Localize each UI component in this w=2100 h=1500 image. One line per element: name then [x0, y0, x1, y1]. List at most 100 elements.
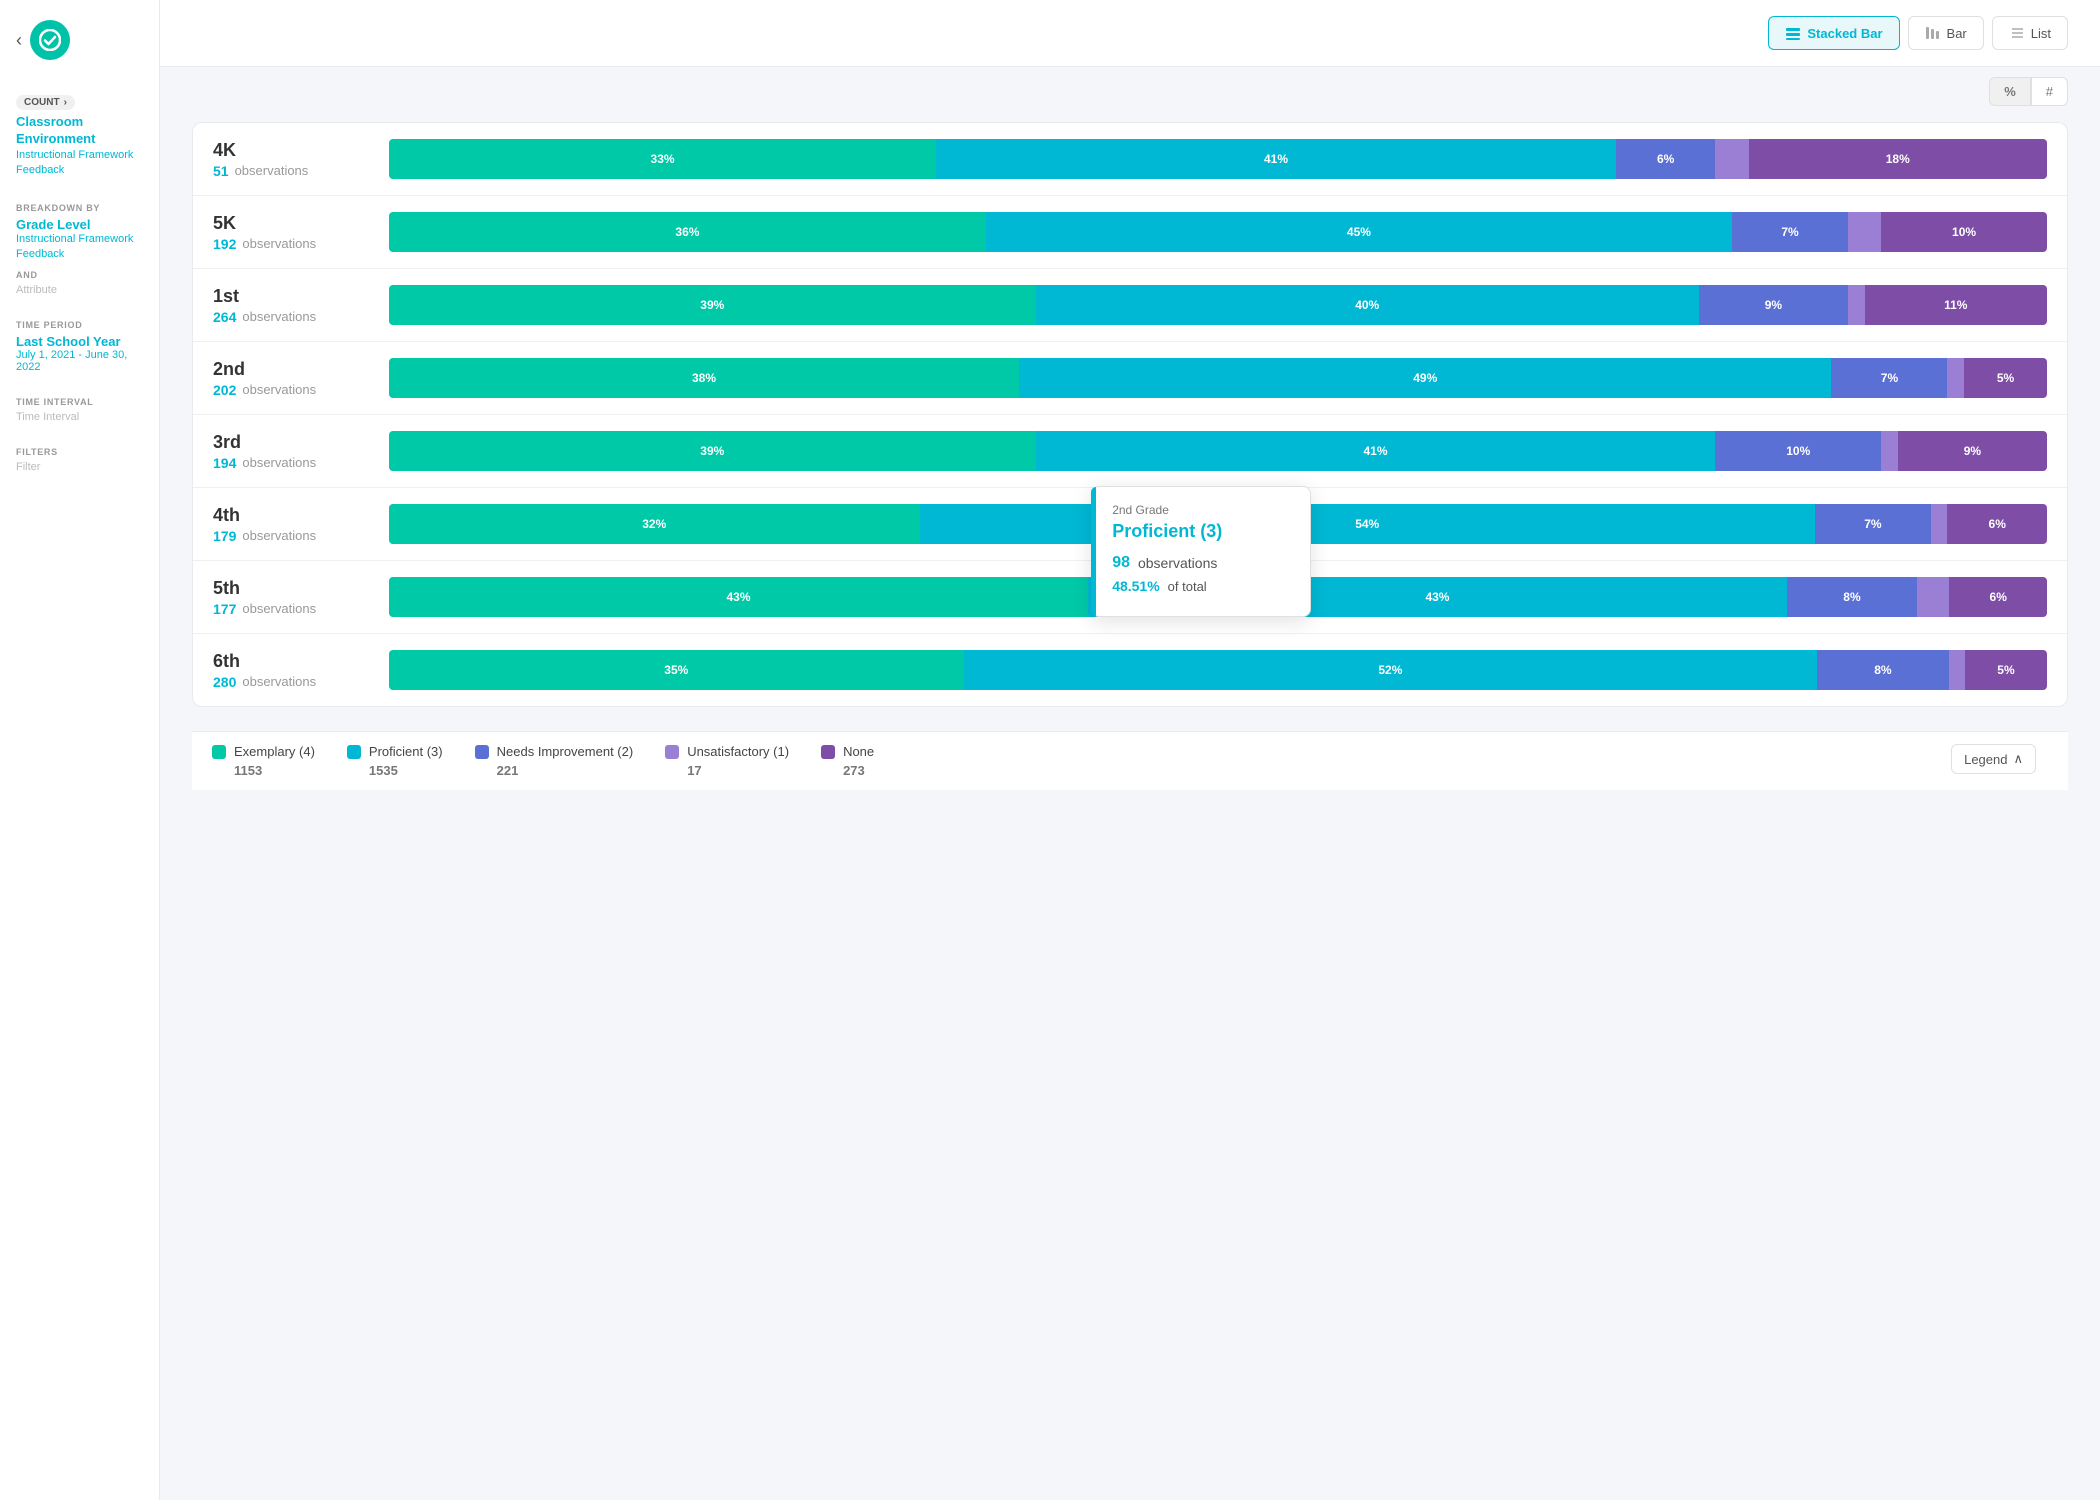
bar-segment-needs-improvement[interactable]: 8% [1817, 650, 1948, 690]
bar-segment-none[interactable]: 5% [1965, 650, 2047, 690]
breakdown-section: BREAKDOWN BY Grade Level Instructional F… [16, 203, 143, 297]
bar-segment-needs-improvement[interactable]: 7% [1831, 358, 1947, 398]
bar-segment-unsatisfactory[interactable] [1947, 358, 1964, 398]
tooltip-grade: 2nd Grade [1112, 503, 1290, 517]
bar-segment-exemplary[interactable]: 43% [389, 577, 1088, 617]
count-badge[interactable]: COUNT › [16, 95, 75, 110]
bar-segment-proficient[interactable]: 41% [936, 139, 1616, 179]
bar-segment-needs-improvement[interactable]: 6% [1616, 139, 1715, 179]
tooltip-accent-bar [1091, 487, 1096, 616]
bar-segment-none[interactable]: 18% [1749, 139, 2047, 179]
bar-segment-exemplary[interactable]: 39% [389, 285, 1036, 325]
breakdown-value[interactable]: Grade Level [16, 217, 143, 232]
legend-toggle-button[interactable]: Legend ∧ [1951, 744, 2036, 774]
time-interval-value[interactable]: Time Interval [16, 411, 143, 423]
legend-item: Exemplary (4)1153 [212, 744, 315, 778]
legend-item-label: Proficient (3) [369, 744, 443, 759]
obs-row: 280 observations [213, 674, 373, 690]
legend-item-count: 273 [821, 763, 865, 778]
bar-segment-none[interactable]: 5% [1964, 358, 2047, 398]
time-period-value[interactable]: Last School Year [16, 334, 143, 349]
bar-segment-proficient[interactable]: 52% [964, 650, 1818, 690]
bar-container[interactable]: 38%49%7% 5% [389, 358, 2047, 398]
count-section: COUNT › Classroom Environment Instructio… [16, 92, 143, 179]
legend-item-count: 221 [475, 763, 519, 778]
obs-count: 202 [213, 382, 236, 398]
bar-segment-needs-improvement[interactable]: 9% [1699, 285, 1848, 325]
bar-button[interactable]: Bar [1908, 16, 1984, 50]
row-label-area: 4K 51observations [213, 140, 373, 179]
bar-segment-proficient[interactable]: 54% [920, 504, 1815, 544]
bar-segment-needs-improvement[interactable]: 10% [1715, 431, 1881, 471]
obs-text: observations [242, 528, 316, 543]
bar-segment-unsatisfactory[interactable] [1917, 577, 1950, 617]
hash-button[interactable]: # [2031, 77, 2068, 106]
percent-button[interactable]: % [1989, 77, 2031, 106]
obs-count: 194 [213, 455, 236, 471]
legend-item-label: Needs Improvement (2) [497, 744, 634, 759]
legend-item: Needs Improvement (2) 221 [475, 744, 634, 778]
bar-segment-none[interactable]: 6% [1949, 577, 2047, 617]
bar-segment-none[interactable]: 6% [1947, 504, 2046, 544]
filters-section: FILTERS Filter [16, 447, 143, 473]
bar-segment-none[interactable]: 9% [1898, 431, 2047, 471]
bar-segment-unsatisfactory[interactable] [1715, 139, 1748, 179]
bar-container[interactable]: 39%40%9% 11% [389, 285, 2047, 325]
bar-segment-unsatisfactory[interactable] [1881, 431, 1898, 471]
bar-segment-none[interactable]: 11% [1865, 285, 2047, 325]
obs-row: 51observations [213, 163, 373, 179]
attribute-label[interactable]: Attribute [16, 284, 143, 296]
row-label-area: 1st264observations [213, 286, 373, 325]
breakdown-link[interactable]: Instructional Framework Feedback [16, 232, 143, 263]
bar-segment-exemplary[interactable]: 36% [389, 212, 986, 252]
grade-label: 5K [213, 213, 373, 234]
bar-container[interactable]: 39%41%10% 9% [389, 431, 2047, 471]
bar-segment-exemplary[interactable]: 38% [389, 358, 1019, 398]
breakdown-label: BREAKDOWN BY [16, 203, 143, 213]
grade-label: 4th [213, 505, 373, 526]
tooltip-title: Proficient (3) [1112, 521, 1290, 542]
obs-count: 192 [213, 236, 236, 252]
obs-text: observations [242, 674, 316, 689]
bar-segment-exemplary[interactable]: 35% [389, 650, 964, 690]
obs-row: 194observations [213, 455, 373, 471]
row-label-area: 4th 179observations [213, 505, 373, 544]
grade-label: 3rd [213, 432, 373, 453]
bar-segment-needs-improvement[interactable]: 8% [1787, 577, 1917, 617]
chart-row: 2nd202observations38%49%7%5% [193, 342, 2067, 415]
obs-row: 179observations [213, 528, 373, 544]
bar-segment-none[interactable]: 10% [1881, 212, 2047, 252]
stacked-bar-label: Stacked Bar [1807, 26, 1882, 41]
and-label: AND [16, 270, 143, 280]
bar-segment-proficient[interactable]: 41% [1036, 431, 1716, 471]
back-arrow-icon[interactable]: ‹ [16, 30, 22, 51]
obs-text: observations [242, 601, 316, 616]
bar-segment-proficient[interactable]: 45% [986, 212, 1732, 252]
tooltip-of-total: of total [1168, 579, 1207, 594]
bar-segment-needs-improvement[interactable]: 7% [1815, 504, 1931, 544]
secondary-metric-link[interactable]: Instructional Framework Feedback [16, 148, 143, 179]
bar-segment-exemplary[interactable]: 33% [389, 139, 936, 179]
bar-container[interactable]: 36%45%7% 10% [389, 212, 2047, 252]
bar-segment-proficient[interactable]: 49% [1019, 358, 1831, 398]
stacked-bar-button[interactable]: Stacked Bar [1768, 16, 1899, 50]
primary-metric-link[interactable]: Classroom Environment [16, 114, 143, 148]
obs-text: observations [235, 163, 309, 178]
legend-label: Legend [1964, 752, 2007, 767]
bar-segment-unsatisfactory[interactable] [1848, 212, 1881, 252]
bar-segment-unsatisfactory[interactable] [1848, 285, 1865, 325]
bar-segment-exemplary[interactable]: 32% [389, 504, 920, 544]
bar-container[interactable]: 33%41%6% 18% [389, 139, 2047, 179]
bar-container[interactable]: 35%52%8% 5% [389, 650, 2047, 690]
grade-label: 4K [213, 140, 373, 161]
bar-segment-unsatisfactory[interactable] [1931, 504, 1948, 544]
bar-segment-proficient[interactable]: 40% [1036, 285, 1699, 325]
main-content: Stacked Bar Bar List % # 4K 51observation… [160, 0, 2100, 1500]
legend-chevron-icon: ∧ [2013, 751, 2023, 767]
bar-segment-exemplary[interactable]: 39% [389, 431, 1036, 471]
bar-segment-unsatisfactory[interactable] [1949, 650, 1965, 690]
list-button[interactable]: List [1992, 16, 2068, 50]
obs-count: 280 [213, 674, 236, 690]
bar-segment-needs-improvement[interactable]: 7% [1732, 212, 1848, 252]
filter-value[interactable]: Filter [16, 461, 143, 473]
